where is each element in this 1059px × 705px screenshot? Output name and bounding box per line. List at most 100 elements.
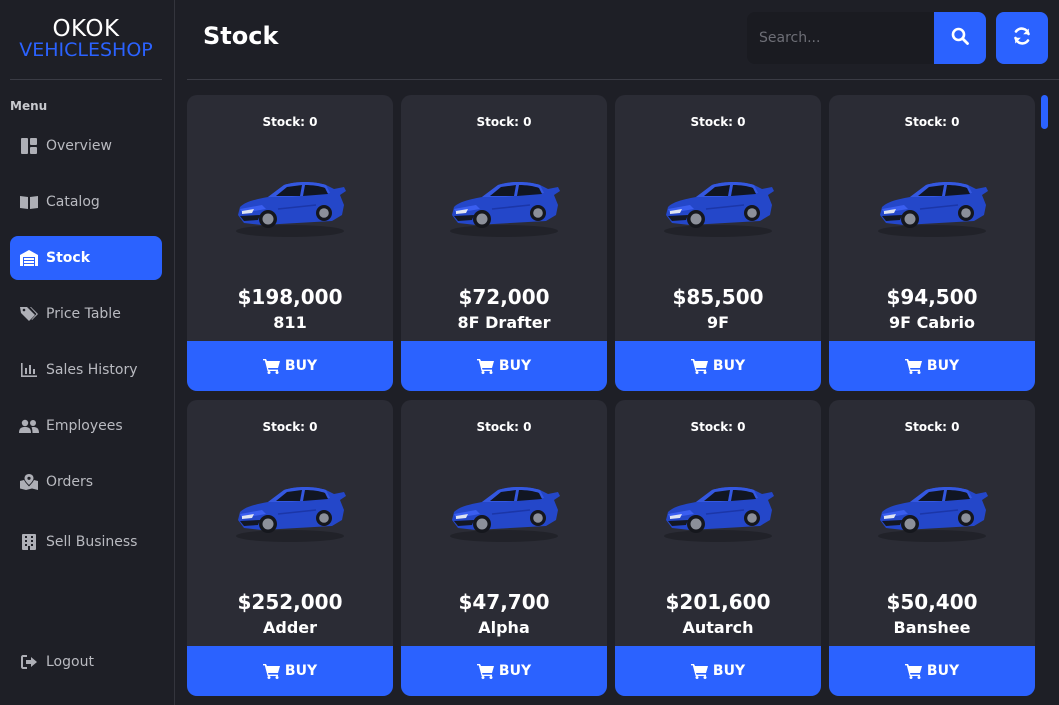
- vehicle-price: $50,400: [886, 590, 978, 614]
- refresh-button[interactable]: [996, 12, 1048, 64]
- cart-icon: [690, 358, 709, 374]
- sidebar-item-logout[interactable]: Logout: [10, 640, 162, 684]
- buy-button[interactable]: BUY: [615, 646, 821, 696]
- stock-count: Stock: 0: [262, 420, 318, 434]
- sidebar: OKOK VEHICLESHOP Menu Overview Catalog S…: [0, 0, 175, 705]
- sidebar-item-catalog[interactable]: Catalog: [10, 180, 162, 224]
- sidebar-item-label: Employees: [46, 418, 123, 434]
- car-image: [874, 175, 990, 243]
- buy-label: BUY: [926, 358, 960, 374]
- buy-button[interactable]: BUY: [615, 341, 821, 391]
- search-input[interactable]: [747, 12, 935, 64]
- page-header: Stock: [187, 0, 1059, 80]
- sidebar-item-label: Logout: [46, 654, 94, 670]
- vehicle-price: $198,000: [237, 285, 343, 309]
- stock-count: Stock: 0: [476, 115, 532, 129]
- vehicle-grid: Stock: 0 $198,000 811 BUY Stock: 0 $72,0…: [187, 95, 1035, 705]
- brand-line1: OKOK: [52, 16, 120, 42]
- warehouse-icon: [19, 249, 39, 267]
- vehicle-name: 9F: [706, 313, 730, 332]
- search-button[interactable]: [934, 12, 986, 64]
- car-image: [874, 480, 990, 548]
- cart-icon: [904, 358, 923, 374]
- buy-button[interactable]: BUY: [401, 646, 607, 696]
- vehicle-name: Adder: [262, 618, 318, 637]
- stock-count: Stock: 0: [904, 115, 960, 129]
- sidebar-item-label: Price Table: [46, 306, 121, 322]
- buy-label: BUY: [712, 663, 746, 679]
- car-image: [446, 175, 562, 243]
- vehicle-card: Stock: 0 $50,400 Banshee BUY: [829, 400, 1035, 696]
- buy-label: BUY: [284, 663, 318, 679]
- vehicle-name: Autarch: [682, 618, 754, 637]
- car-image: [232, 175, 348, 243]
- vehicle-card: Stock: 0 $198,000 811 BUY: [187, 95, 393, 391]
- stock-count: Stock: 0: [476, 420, 532, 434]
- cart-icon: [262, 663, 281, 679]
- brand-logo: OKOK VEHICLESHOP: [10, 18, 162, 60]
- book-icon: [19, 193, 39, 211]
- sidebar-item-label: Sales History: [46, 362, 138, 378]
- scrollbar-thumb[interactable]: [1041, 95, 1048, 129]
- sidebar-item-label: Overview: [46, 138, 112, 154]
- cart-icon: [904, 663, 923, 679]
- buy-button[interactable]: BUY: [187, 341, 393, 391]
- sign-out-icon: [19, 653, 39, 671]
- buy-button[interactable]: BUY: [187, 646, 393, 696]
- sidebar-item-label: Orders: [46, 474, 94, 490]
- vehicle-price: $252,000: [237, 590, 343, 614]
- buy-button[interactable]: BUY: [401, 341, 607, 391]
- buy-button[interactable]: BUY: [829, 341, 1035, 391]
- stock-count: Stock: 0: [690, 420, 746, 434]
- vehicle-card: Stock: 0 $252,000 Adder BUY: [187, 400, 393, 696]
- cart-icon: [476, 358, 495, 374]
- vehicle-card: Stock: 0 $201,600 Autarch BUY: [615, 400, 821, 696]
- vehicle-price: $85,500: [672, 285, 764, 309]
- vehicle-price: $47,700: [458, 590, 550, 614]
- vehicle-price: $72,000: [458, 285, 550, 309]
- sidebar-item-stock[interactable]: Stock: [10, 236, 162, 280]
- buy-label: BUY: [926, 663, 960, 679]
- vehicle-name: Alpha: [478, 618, 530, 637]
- buy-label: BUY: [498, 663, 532, 679]
- vehicle-name: 811: [273, 313, 307, 332]
- vehicle-card: Stock: 0 $72,000 8F Drafter BUY: [401, 95, 607, 391]
- cart-icon: [262, 358, 281, 374]
- page-title: Stock: [203, 22, 279, 50]
- sidebar-item-label: Stock: [46, 250, 91, 266]
- vehicle-name: 9F Cabrio: [889, 313, 975, 332]
- sidebar-item-orders[interactable]: Orders: [10, 460, 162, 504]
- buy-label: BUY: [284, 358, 318, 374]
- stock-count: Stock: 0: [262, 115, 318, 129]
- brand-line2: VEHICLESHOP: [19, 39, 153, 61]
- sidebar-item-overview[interactable]: Overview: [10, 124, 162, 168]
- search-box: [747, 12, 935, 64]
- car-image: [232, 480, 348, 548]
- refresh-icon: [1012, 26, 1032, 50]
- car-image: [446, 480, 562, 548]
- vehicle-card: Stock: 0 $47,700 Alpha BUY: [401, 400, 607, 696]
- cart-icon: [690, 663, 709, 679]
- logo-divider: [10, 79, 162, 80]
- vehicle-card: Stock: 0 $85,500 9F BUY: [615, 95, 821, 391]
- sidebar-item-employees[interactable]: Employees: [10, 404, 162, 448]
- sidebar-item-sales-history[interactable]: Sales History: [10, 348, 162, 392]
- tags-icon: [19, 305, 39, 323]
- vehicle-card: Stock: 0 $94,500 9F Cabrio BUY: [829, 95, 1035, 391]
- users-icon: [19, 417, 39, 435]
- buy-button[interactable]: BUY: [829, 646, 1035, 696]
- chart-bar-icon: [19, 361, 39, 379]
- sidebar-item-price-table[interactable]: Price Table: [10, 292, 162, 336]
- stock-count: Stock: 0: [690, 115, 746, 129]
- menu-title: Menu: [10, 99, 48, 113]
- buy-label: BUY: [712, 358, 746, 374]
- search-icon: [951, 27, 969, 49]
- vehicle-price: $201,600: [665, 590, 771, 614]
- car-image: [660, 175, 776, 243]
- car-image: [660, 480, 776, 548]
- map-marked-icon: [19, 473, 39, 491]
- sidebar-item-label: Sell Business: [46, 534, 138, 550]
- cart-icon: [476, 663, 495, 679]
- sidebar-item-sell-business[interactable]: Sell Business: [10, 520, 162, 564]
- vehicle-price: $94,500: [886, 285, 978, 309]
